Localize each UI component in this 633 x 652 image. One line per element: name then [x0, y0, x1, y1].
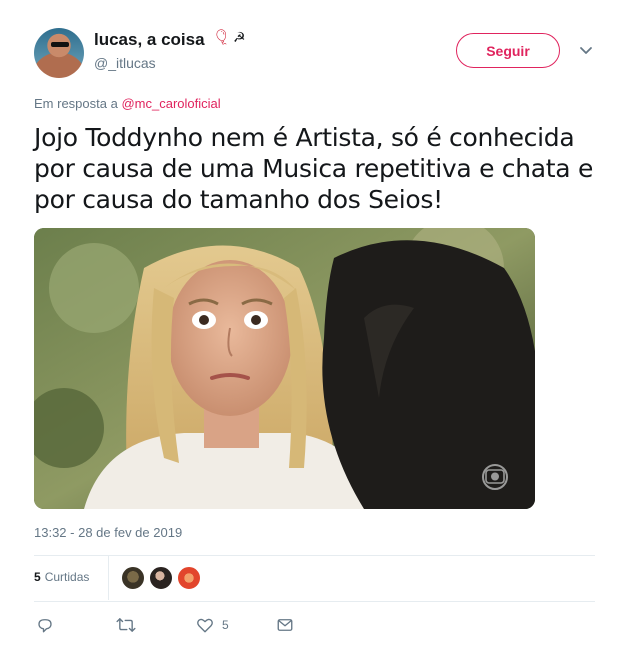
- retweet-button[interactable]: [116, 616, 144, 634]
- liker-avatar[interactable]: [121, 566, 145, 590]
- reply-context: Em resposta a @mc_caroloficial: [34, 96, 221, 111]
- like-count: 5: [222, 618, 229, 632]
- reply-prefix: Em resposta a: [34, 96, 118, 111]
- divider: [34, 601, 595, 602]
- tweet-media-image[interactable]: [34, 228, 535, 509]
- reply-icon: [38, 619, 52, 633]
- media-illustration: [34, 228, 535, 509]
- heart-icon: [197, 618, 213, 633]
- stats-separator: [108, 556, 109, 600]
- envelope-icon: [277, 619, 293, 631]
- like-button[interactable]: 5: [196, 616, 229, 634]
- author-name[interactable]: lucas, a coisa: [94, 30, 205, 50]
- reply-button[interactable]: [36, 616, 62, 634]
- retweet-icon: [116, 618, 136, 632]
- author-avatar[interactable]: [34, 28, 84, 78]
- likes-count: 5: [34, 570, 41, 584]
- tweet-text: Jojo Toddynho nem é Artista, só é conhec…: [34, 122, 604, 215]
- likes-label: Curtidas: [44, 570, 90, 584]
- hammer-sickle-icon: ☭: [233, 29, 246, 45]
- author-handle[interactable]: @_itlucas: [94, 55, 156, 71]
- liker-avatar[interactable]: [177, 566, 201, 590]
- name-emoji: 🎈︎ ☭: [212, 28, 246, 46]
- chevron-down-icon[interactable]: [578, 42, 594, 58]
- tweet-timestamp[interactable]: 13:32 - 28 de fev de 2019: [34, 525, 182, 540]
- balloon-icon: 🎈︎: [212, 29, 232, 46]
- direct-message-button[interactable]: [276, 616, 302, 634]
- follow-button[interactable]: Seguir: [456, 33, 560, 68]
- reply-mention-link[interactable]: @mc_caroloficial: [121, 96, 220, 111]
- tweet-text-line: por causa de uma Musica repetitiva e cha…: [34, 154, 594, 183]
- liker-avatar[interactable]: [149, 566, 173, 590]
- tweet-text-line: Jojo Toddynho nem é Artista, só é conhec…: [34, 123, 575, 152]
- tweet-text-line: por causa do tamanho dos Seios!: [34, 185, 443, 214]
- divider: [34, 555, 595, 556]
- likes-stat[interactable]: 5 Curtidas: [34, 570, 89, 584]
